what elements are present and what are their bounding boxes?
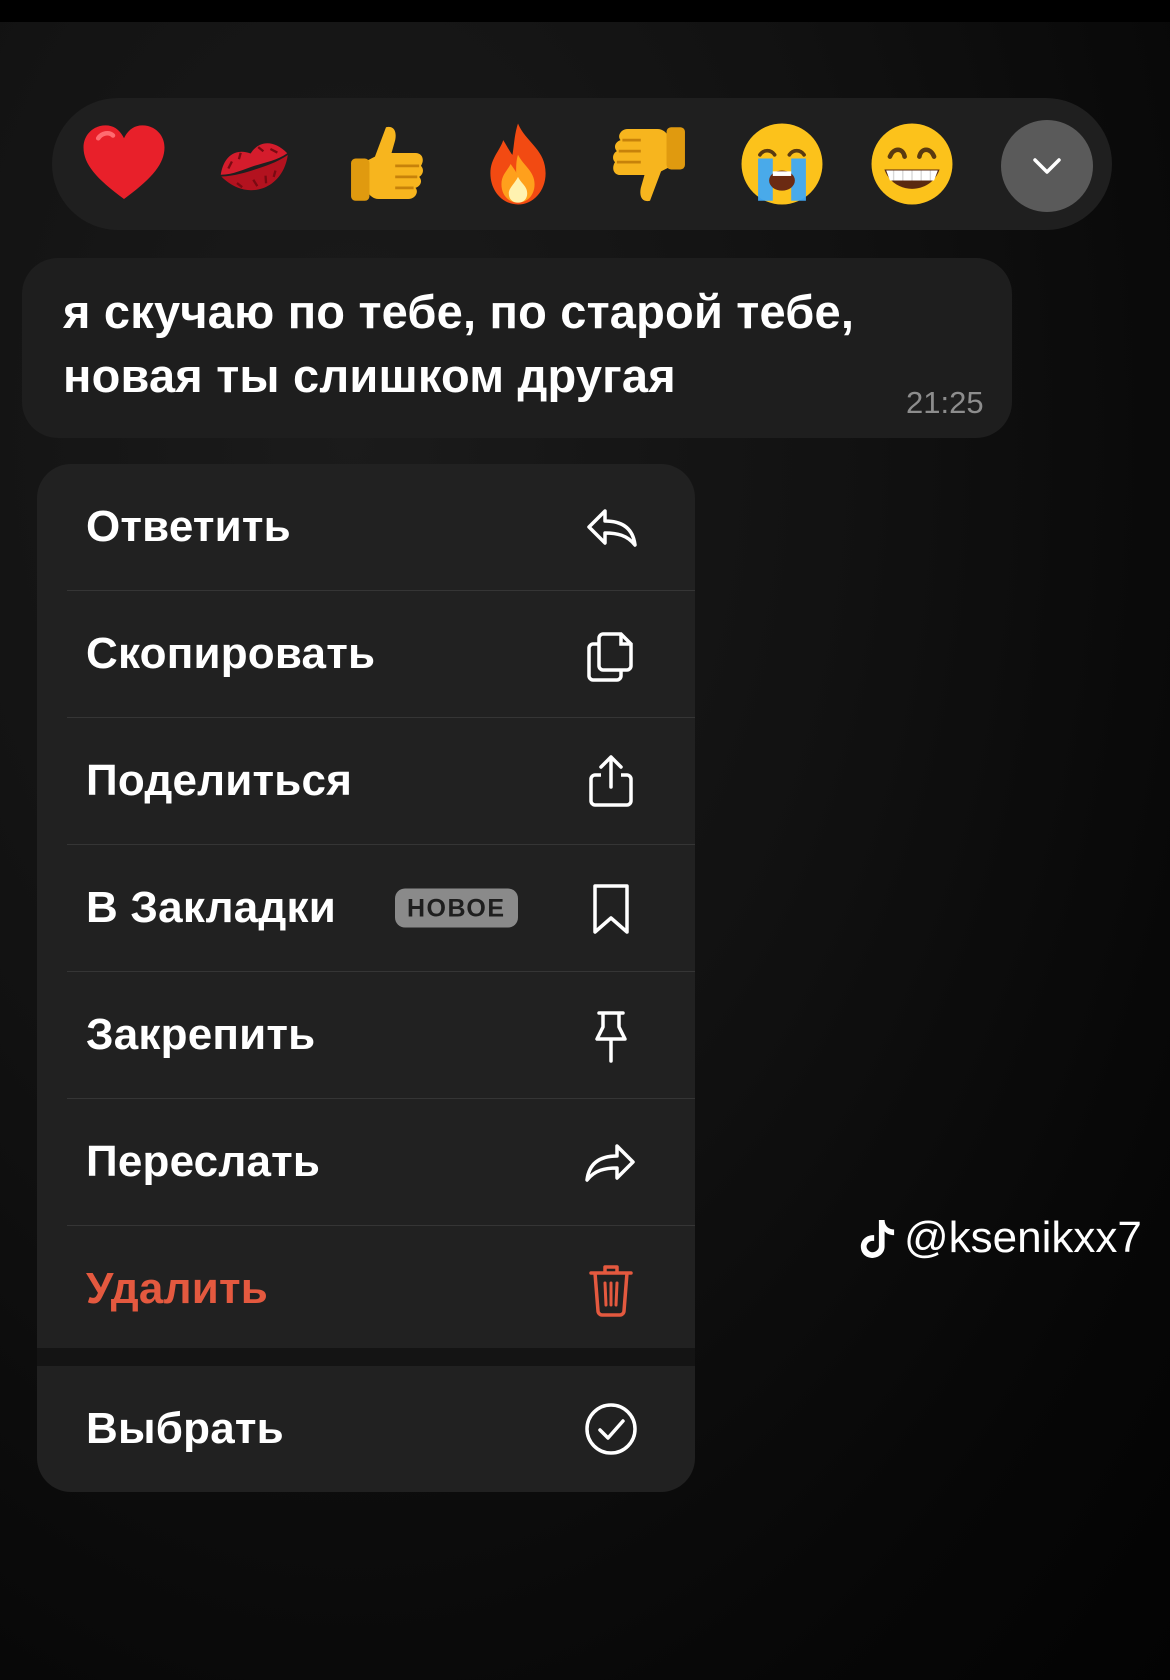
reaction-thumbs-up[interactable]	[338, 116, 434, 212]
reply-arrow-icon	[581, 497, 641, 557]
reaction-grinning[interactable]	[864, 116, 960, 212]
menu-item-pin[interactable]: Закрепить	[37, 972, 695, 1098]
message-time: 21:25	[906, 385, 984, 420]
menu-item-select[interactable]: Выбрать	[37, 1366, 695, 1492]
menu-item-label: Закрепить	[86, 1010, 316, 1059]
menu-item-label: Переслать	[86, 1137, 321, 1186]
checkmark-circle-icon	[581, 1399, 641, 1459]
reaction-crying[interactable]	[734, 116, 830, 212]
menu-group-separator	[37, 1348, 695, 1366]
pin-icon	[581, 1005, 641, 1065]
menu-item-label: Поделиться	[86, 756, 353, 805]
menu-item-reply[interactable]: Ответить	[37, 464, 695, 590]
menu-item-label: Удалить	[86, 1264, 268, 1313]
menu-item-label: Скопировать	[86, 629, 376, 678]
reaction-heart[interactable]	[76, 116, 172, 212]
menu-item-forward[interactable]: Переслать	[37, 1099, 695, 1225]
watermark: @ksenikxx7	[858, 1213, 1142, 1263]
copy-icon	[581, 624, 641, 684]
thumbs-down-icon	[613, 127, 685, 202]
share-icon	[581, 751, 641, 811]
new-badge: НОВОЕ	[395, 888, 518, 928]
menu-item-label: В Закладки	[86, 883, 337, 932]
menu-item-bookmark[interactable]: В Закладки НОВОЕ	[37, 845, 695, 971]
reaction-bar	[52, 98, 1112, 230]
expand-reactions-button[interactable]	[1001, 120, 1093, 212]
chevron-down-icon	[1033, 158, 1061, 174]
bookmark-icon	[581, 878, 641, 938]
thumbs-up-icon	[351, 126, 423, 201]
red-heart-icon	[83, 125, 165, 199]
menu-item-label: Ответить	[86, 502, 291, 551]
reaction-thumbs-down[interactable]	[602, 116, 698, 212]
kiss-mark-icon	[220, 143, 288, 191]
fire-icon	[490, 123, 546, 205]
menu-item-label: Выбрать	[86, 1404, 284, 1453]
crying-face-icon	[741, 123, 823, 205]
menu-item-delete[interactable]: Удалить	[37, 1226, 695, 1352]
trash-icon	[581, 1259, 641, 1319]
menu-item-share[interactable]: Поделиться	[37, 718, 695, 844]
forward-arrow-icon	[581, 1132, 641, 1192]
watermark-handle: @ksenikxx7	[904, 1213, 1142, 1262]
top-edge	[0, 0, 1170, 22]
grinning-face-icon	[871, 123, 953, 205]
reaction-kiss[interactable]	[206, 116, 302, 212]
menu-item-copy[interactable]: Скопировать	[37, 591, 695, 717]
tiktok-logo-icon	[860, 1219, 895, 1258]
message-text: я скучаю по тебе, по старой тебе, новая …	[63, 285, 855, 402]
reaction-fire[interactable]	[470, 116, 566, 212]
context-menu: Ответить Скопировать Поделиться В Заклад…	[37, 464, 695, 1492]
